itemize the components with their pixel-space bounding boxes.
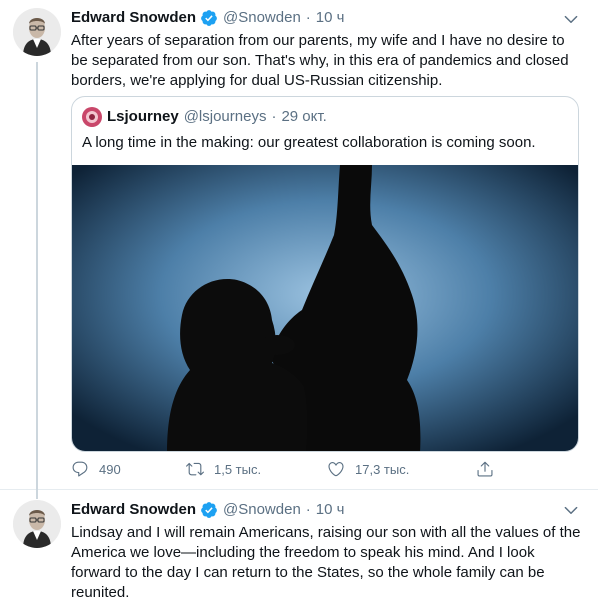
tweet-text-line: borders, we're applying for dual US-Russ… <box>71 72 443 89</box>
reply-count: 490 <box>99 461 121 477</box>
retweet-icon[interactable] <box>186 460 204 478</box>
quoted-tweet-text: A long time in the making: our greatest … <box>82 134 536 151</box>
retweet-count: 1,5 тыс. <box>214 461 262 477</box>
quoted-tweet-image[interactable] <box>72 165 579 452</box>
quoted-avatar-icon <box>82 107 102 127</box>
thread-connector-line <box>36 491 38 499</box>
timestamp[interactable]: 10 ч <box>316 500 345 520</box>
share-action[interactable] <box>476 460 494 478</box>
tweet-actions: 490 1,5 тыс. 17,3 тыс. <box>71 460 496 482</box>
more-options-icon[interactable] <box>562 10 580 28</box>
retweet-action[interactable]: 1,5 тыс. <box>186 460 261 478</box>
tweet-header: Edward Snowden @Snowden · 10 ч <box>71 500 344 520</box>
verified-badge-icon <box>201 10 217 26</box>
tweet-text-line: reunited. <box>71 584 130 601</box>
heart-icon[interactable] <box>327 460 345 478</box>
author-name[interactable]: Edward Snowden <box>71 500 196 520</box>
tweet[interactable]: Edward Snowden @Snowden · 10 ч After yea… <box>0 0 598 491</box>
reply-action[interactable]: 490 <box>71 460 121 478</box>
thread-connector-line <box>36 62 38 491</box>
quoted-tweet-header: Lsjourney @lsjourneys · 29 окт. <box>82 107 327 127</box>
verified-badge-icon <box>201 502 217 518</box>
avatar[interactable] <box>13 8 61 56</box>
share-icon[interactable] <box>476 460 494 478</box>
timestamp[interactable]: 10 ч <box>316 8 345 28</box>
separator-dot: · <box>305 9 311 26</box>
tweet-text: Lindsay and I will remain Americans, rai… <box>71 523 583 603</box>
author-handle[interactable]: @Snowden <box>223 500 301 520</box>
author-name[interactable]: Edward Snowden <box>71 8 196 28</box>
tweet-text-line: forward to the day I can return to the S… <box>71 564 545 581</box>
tweet-text-line: be separated from our son. That's why, i… <box>71 52 569 69</box>
tweet[interactable]: Edward Snowden @Snowden · 10 ч Lindsay a… <box>0 491 598 605</box>
tweet-text-line: America we love—including the freedom to… <box>71 544 535 561</box>
avatar-portrait-icon <box>13 500 61 548</box>
tweet-text-line: After years of separation from our paren… <box>71 32 565 49</box>
separator-dot: · <box>271 108 277 125</box>
quoted-author-handle: @lsjourneys <box>183 108 267 125</box>
reply-icon[interactable] <box>71 460 89 478</box>
separator-dot: · <box>305 501 311 518</box>
tweet-text-line: Lindsay and I will remain Americans, rai… <box>71 524 581 541</box>
like-action[interactable]: 17,3 тыс. <box>327 460 409 478</box>
tweet-header: Edward Snowden @Snowden · 10 ч <box>71 8 344 28</box>
more-options-icon[interactable] <box>562 501 580 519</box>
author-handle[interactable]: @Snowden <box>223 8 301 28</box>
quoted-author-name: Lsjourney <box>107 108 179 125</box>
tweet-text: After years of separation from our paren… <box>71 31 583 91</box>
quoted-tweet[interactable]: Lsjourney @lsjourneys · 29 окт. A long t… <box>71 96 579 452</box>
avatar[interactable] <box>13 500 61 548</box>
quoted-timestamp: 29 окт. <box>281 108 327 125</box>
quoted-avatar <box>82 107 102 127</box>
avatar-portrait-icon <box>13 8 61 56</box>
like-count: 17,3 тыс. <box>355 461 410 477</box>
